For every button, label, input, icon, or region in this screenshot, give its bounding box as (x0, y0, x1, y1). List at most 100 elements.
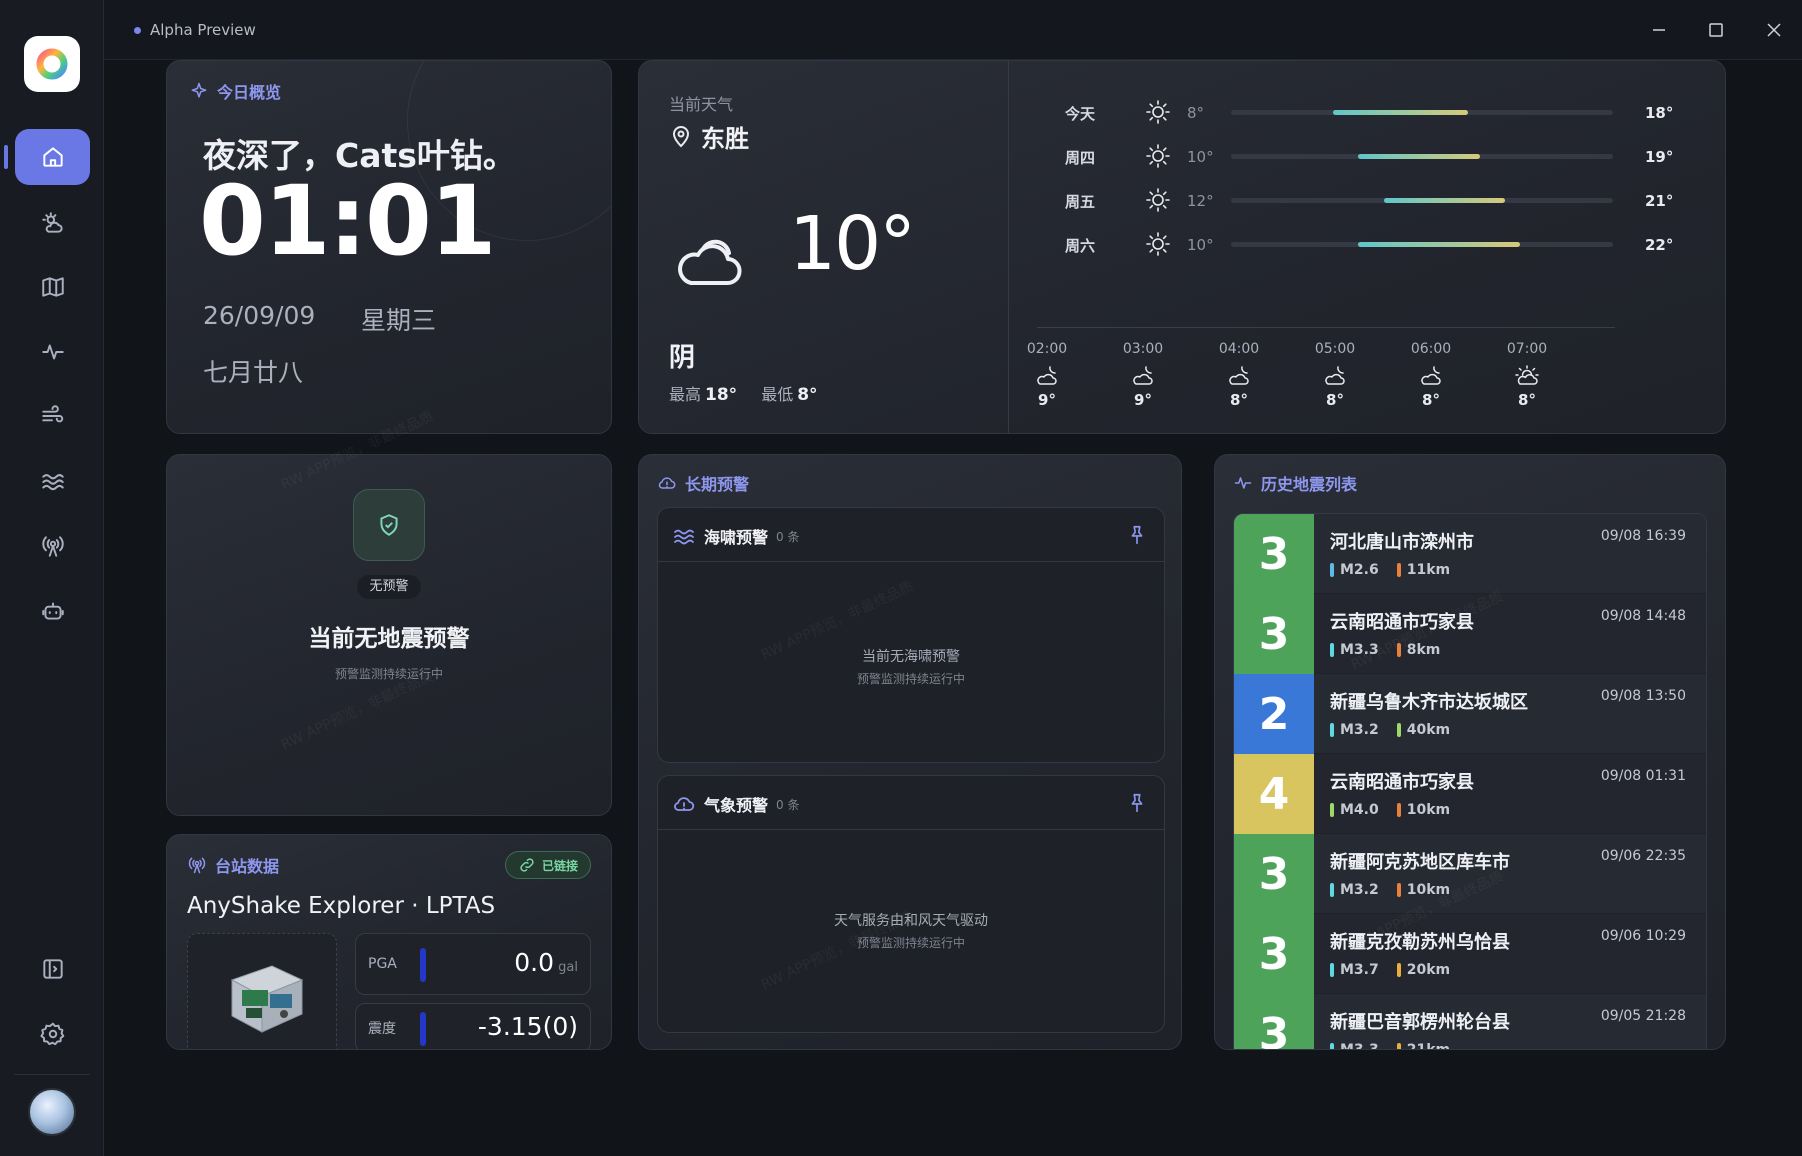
waves-icon (674, 529, 694, 545)
tsunami-subtitle: 预警监测持续运行中 (856, 672, 965, 686)
tsunami-pin-button[interactable] (1126, 524, 1148, 546)
connection-status-badge[interactable]: 已链接 (504, 851, 591, 879)
pin-icon (1131, 793, 1143, 813)
earthquake-row[interactable]: 3 新疆阿克苏地区库车市 09/06 22:35 M3.2 10km (1234, 834, 1706, 914)
temperature-range-track (1231, 198, 1613, 203)
nav-settings[interactable] (15, 1006, 90, 1062)
magnitude: M3.2 (1340, 882, 1379, 898)
earthquake-row[interactable]: 3 河北唐山市滦州市 09/08 16:39 M2.6 11km (1234, 514, 1706, 594)
tsunami-count: 0 条 (776, 529, 800, 544)
wind-icon (41, 405, 63, 423)
earthquake-row[interactable]: 3 云南昭通市巧家县 09/08 14:48 M3.3 8km (1234, 594, 1706, 674)
eew-status-card: 无预警 当前无地震预警 预警监测持续运行中 (166, 454, 612, 816)
link-icon (520, 858, 534, 872)
hourly-item: 06:00 8° (1401, 341, 1461, 409)
earthquake-row[interactable]: 2 新疆乌鲁木齐市达坂城区 09/08 13:50 M3.2 40km (1234, 674, 1706, 754)
earthquake-location: 新疆克孜勒苏州乌恰县 (1330, 932, 1510, 953)
hourly-temp: 9° (1134, 391, 1152, 409)
nav-waveform[interactable] (15, 324, 90, 380)
tsunami-message: 当前无海啸预警 (862, 649, 960, 665)
magnitude: M3.3 (1340, 642, 1379, 658)
hourly-temp: 9° (1038, 391, 1056, 409)
earthquake-row[interactable]: 4 云南昭通市巧家县 09/08 01:31 M4.0 10km (1234, 754, 1706, 834)
station-card: 台站数据 已链接 AnyShake Explorer · LPTAS PGA 0… (166, 834, 612, 1050)
map-icon (41, 277, 64, 297)
nav-station[interactable] (15, 518, 90, 574)
magnitude-tag: M3.3 (1330, 1042, 1379, 1050)
forecast-high: 18° (1645, 104, 1674, 122)
close-button[interactable] (1756, 14, 1792, 46)
long-term-title: 长期预警 (657, 471, 749, 495)
earthquake-tags: M3.2 10km (1330, 882, 1450, 898)
earthquake-list[interactable]: 3 河北唐山市滦州市 09/08 16:39 M2.6 11km 3 云南昭通市巧家县 09/… (1233, 513, 1707, 1050)
shield-badge (353, 489, 425, 561)
depth: 8km (1406, 642, 1441, 658)
earthquake-time: 09/08 01:31 (1600, 768, 1686, 784)
cloud-alert-icon (674, 797, 695, 811)
earthquake-row[interactable]: 3 新疆巴音郭楞州轮台县 09/05 21:28 M3.3 21km (1234, 994, 1706, 1050)
intensity-badge: 3 (1234, 514, 1314, 594)
hourly-temp: 8° (1326, 391, 1344, 409)
sidebar-toggle-icon (42, 959, 63, 979)
intensity-label: 震度 (368, 1021, 396, 1037)
magnitude-tag: M3.2 (1330, 722, 1379, 738)
nav-waves[interactable] (15, 453, 90, 509)
sun-icon (1146, 100, 1170, 124)
nav-robot[interactable] (15, 583, 90, 639)
earthquake-tags: M2.6 11km (1330, 562, 1450, 578)
intensity-panel: 震度 -3.15(0) (355, 1003, 591, 1049)
pin-icon (1131, 525, 1143, 545)
temperature-range-track (1231, 154, 1613, 159)
earthquake-row[interactable]: 3 新疆克孜勒苏州乌恰县 09/06 10:29 M3.7 20km (1234, 914, 1706, 994)
magnitude-tag: M3.3 (1330, 642, 1379, 658)
temperature-range-bar (1383, 198, 1506, 203)
city-name: 东胜 (701, 125, 749, 153)
robot-icon (41, 602, 64, 620)
nav-map[interactable] (15, 259, 90, 315)
forecast-day: 周六 (1065, 237, 1096, 255)
hourly-time: 06:00 (1410, 341, 1452, 357)
user-avatar[interactable] (28, 1088, 76, 1136)
maximize-button[interactable] (1698, 14, 1734, 46)
nav-home[interactable] (4, 129, 90, 185)
magnitude: M3.2 (1340, 722, 1379, 738)
depth: 20km (1406, 962, 1451, 978)
forecast-low: 10° (1187, 148, 1214, 166)
forecast-row: 周四 10° 19° (1039, 141, 1689, 171)
minimize-button[interactable] (1641, 14, 1677, 46)
high-temp: 18° (705, 385, 738, 405)
earthquake-tags: M3.3 8km (1330, 642, 1440, 658)
nav-panel-toggle[interactable] (15, 941, 90, 997)
maximize-icon (1709, 23, 1723, 37)
magnitude: M3.3 (1340, 1042, 1379, 1050)
hourly-item: 02:00 9° (1017, 341, 1077, 409)
hourly-temp: 8° (1230, 391, 1248, 409)
meteo-subtitle: 预警监测持续运行中 (856, 936, 965, 950)
forecast-low: 10° (1187, 236, 1214, 254)
tsunami-title-label: 海啸预警 (704, 528, 769, 547)
magnitude: M2.6 (1340, 562, 1379, 578)
magnitude: M4.0 (1340, 802, 1379, 818)
high-label: 最高 (669, 385, 702, 404)
tsunami-warning-panel: 海啸预警 0 条 当前无海啸预警 预警监测持续运行中 (657, 507, 1165, 763)
hourly-temp: 8° (1422, 391, 1440, 409)
magnitude-tag: M4.0 (1330, 802, 1379, 818)
meteo-pin-button[interactable] (1126, 792, 1148, 814)
forecast-high: 22° (1645, 236, 1674, 254)
no-warning-subtitle: 预警监测持续运行中 (334, 667, 443, 681)
hourly-temp: 8° (1518, 391, 1536, 409)
date: 26/09/09 (203, 301, 316, 330)
meteo-count: 0 条 (776, 797, 800, 812)
no-warning-badge: 无预警 (357, 575, 421, 599)
earthquake-time: 09/08 14:48 (1600, 608, 1686, 624)
temperature-range-track (1231, 110, 1613, 115)
sparkle-icon (191, 82, 207, 98)
sidebar-divider (14, 1074, 90, 1075)
nav-wind[interactable] (15, 388, 90, 444)
overview-title: 今日概览 (189, 79, 281, 103)
station-name: AnyShake Explorer · LPTAS (187, 893, 496, 919)
sun-icon (1146, 188, 1170, 212)
current-temperature: 10° (789, 201, 916, 287)
long-term-warning-card: 长期预警 海啸预警 0 条 当前无海啸预警 预警监测持续运行中 气象预警 0 条… (638, 454, 1182, 1050)
nav-weather[interactable] (15, 195, 90, 251)
